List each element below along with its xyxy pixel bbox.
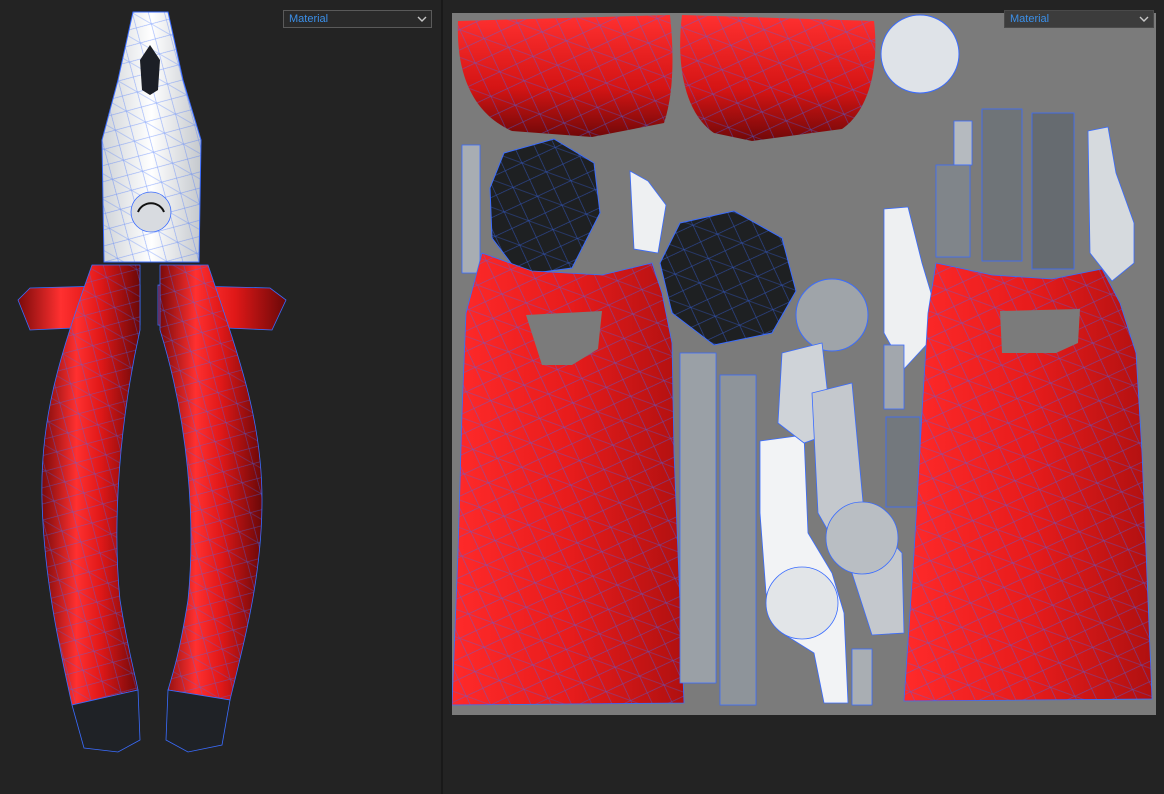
material-dropdown-left[interactable]: Material — [283, 10, 432, 28]
chevron-down-icon — [417, 16, 427, 22]
uv-island — [883, 344, 905, 410]
right-handle — [157, 264, 287, 753]
pliers-model — [17, 11, 287, 753]
uv-island — [885, 416, 921, 508]
uv-island — [461, 144, 481, 274]
uv-island — [851, 648, 873, 706]
uv-island — [981, 108, 1023, 262]
uv-islands — [452, 14, 1153, 706]
chevron-down-icon — [1139, 16, 1149, 22]
uv-island — [629, 170, 667, 254]
uv-canvas[interactable] — [452, 13, 1156, 715]
uv-island — [679, 352, 717, 684]
uv-island — [1087, 126, 1135, 282]
uv-island — [880, 14, 960, 94]
uv-island — [953, 120, 973, 166]
pliers-head — [101, 11, 202, 263]
uv-island — [795, 278, 869, 352]
material-dropdown-left-value: Material — [289, 13, 329, 25]
viewport-3d[interactable]: Material — [0, 0, 441, 794]
uv-island — [935, 164, 971, 258]
material-dropdown-right-value: Material — [1010, 13, 1050, 25]
uv-island — [1031, 112, 1075, 270]
material-dropdown-right[interactable]: Material — [1004, 10, 1154, 28]
left-handle — [17, 264, 141, 753]
uv-island — [719, 374, 757, 706]
